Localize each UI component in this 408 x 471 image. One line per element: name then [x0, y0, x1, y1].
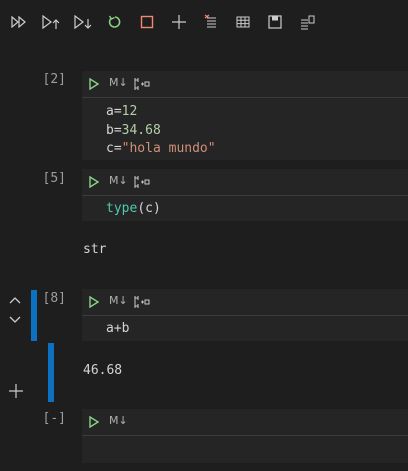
execution-count: [-] [42, 411, 66, 426]
run-above-icon[interactable] [42, 13, 60, 31]
notebook-toolbar [0, 0, 408, 44]
code-editor[interactable]: a+b [82, 315, 408, 341]
cell-toolbar: M↓ [82, 409, 408, 435]
move-cell-down-icon[interactable] [8, 310, 22, 329]
table-icon[interactable] [234, 13, 252, 31]
active-cell-indicator [31, 290, 37, 341]
clear-outputs-icon[interactable] [202, 13, 220, 31]
stop-icon[interactable] [138, 13, 156, 31]
plus-icon[interactable] [170, 13, 188, 31]
export-icon[interactable] [298, 13, 316, 31]
execution-count: [8] [42, 291, 66, 306]
markdown-toggle[interactable]: M↓ [109, 174, 128, 187]
split-cell-icon[interactable] [134, 175, 150, 189]
run-cell-icon[interactable] [89, 296, 99, 308]
markdown-toggle[interactable]: M↓ [109, 414, 128, 427]
markdown-toggle[interactable]: M↓ [109, 294, 128, 307]
cell-output: str [83, 242, 107, 257]
code-line: a+b [106, 321, 130, 336]
code-line: type(c) [106, 201, 161, 216]
run-cell-icon[interactable] [89, 176, 99, 188]
cell-toolbar: M↓ [82, 289, 408, 315]
move-cell-up-icon[interactable] [8, 290, 22, 309]
run-below-icon[interactable] [74, 13, 92, 31]
save-icon[interactable] [266, 13, 284, 31]
split-cell-icon[interactable] [134, 77, 150, 91]
code-line: a=12 [106, 104, 138, 119]
split-cell-icon[interactable] [134, 295, 150, 309]
cell-output: 46.68 [83, 363, 123, 378]
cell-toolbar: M↓ [82, 71, 408, 97]
restart-icon[interactable] [106, 13, 124, 31]
markdown-toggle[interactable]: M↓ [109, 76, 128, 89]
run-cell-icon[interactable] [89, 78, 99, 90]
code-editor[interactable]: type(c) [82, 195, 408, 221]
execution-count: [2] [42, 72, 66, 87]
code-line: c="hola mundo" [106, 141, 216, 156]
execution-count: [5] [42, 171, 66, 186]
add-cell-plus-icon[interactable] [9, 383, 23, 402]
cell-toolbar: M↓ [82, 169, 408, 195]
code-editor[interactable]: a=12 b=34.68 c="hola mundo" [82, 97, 408, 160]
run-cell-icon[interactable] [89, 416, 99, 428]
code-editor[interactable] [82, 435, 408, 463]
run-all-icon[interactable] [10, 13, 28, 31]
code-line: b=34.68 [106, 123, 161, 138]
output-indicator [48, 343, 54, 402]
